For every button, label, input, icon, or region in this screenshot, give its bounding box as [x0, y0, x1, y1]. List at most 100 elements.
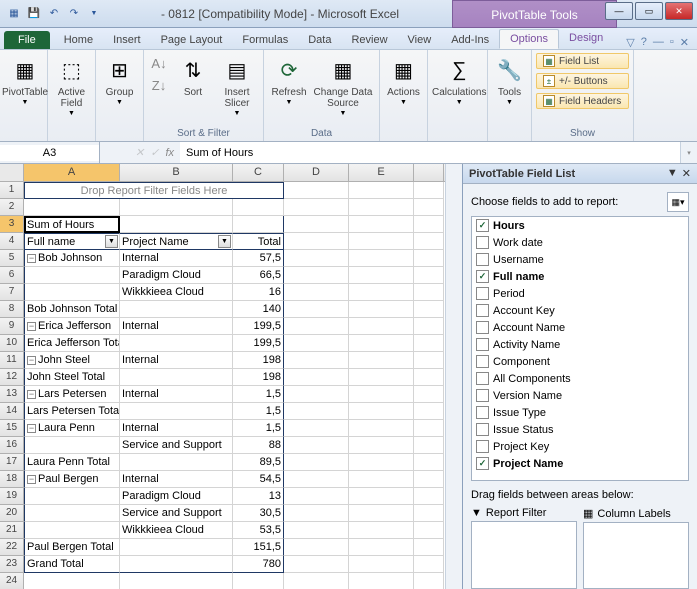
checkbox-icon[interactable]: [476, 321, 489, 334]
cell[interactable]: −Paul Bergen: [24, 471, 120, 488]
cell[interactable]: Paradigm Cloud: [120, 488, 233, 505]
collapse-icon[interactable]: −: [27, 356, 36, 365]
tab-data[interactable]: Data: [298, 31, 341, 49]
row-header[interactable]: 5: [0, 250, 24, 267]
close-button[interactable]: ✕: [665, 2, 693, 20]
cell[interactable]: [414, 471, 444, 488]
sort-button[interactable]: ⇅Sort: [172, 52, 214, 100]
cell[interactable]: [24, 284, 120, 301]
cell[interactable]: [349, 233, 414, 250]
cell[interactable]: Service and Support: [120, 437, 233, 454]
cell[interactable]: [414, 369, 444, 386]
cell[interactable]: 1,5: [233, 403, 284, 420]
cell[interactable]: [233, 199, 284, 216]
cell[interactable]: [349, 301, 414, 318]
cell[interactable]: [414, 522, 444, 539]
cell[interactable]: Paul Bergen Total: [24, 539, 120, 556]
zone-report-filter[interactable]: [471, 521, 577, 589]
row-header[interactable]: 13: [0, 386, 24, 403]
cell[interactable]: [284, 386, 349, 403]
cell[interactable]: 1,5: [233, 386, 284, 403]
cell[interactable]: −Bob Johnson: [24, 250, 120, 267]
window-restore-icon[interactable]: ▫: [670, 36, 674, 49]
cell[interactable]: 30,5: [233, 505, 284, 522]
fx-icon[interactable]: fx: [165, 147, 174, 159]
checkbox-icon[interactable]: [476, 287, 489, 300]
row-header[interactable]: 18: [0, 471, 24, 488]
tab-insert[interactable]: Insert: [103, 31, 151, 49]
col-header-E[interactable]: E: [349, 164, 414, 181]
cell[interactable]: [349, 573, 414, 589]
field-list-dropdown-icon[interactable]: ▼: [667, 167, 678, 180]
cell[interactable]: [349, 216, 414, 233]
cell[interactable]: 53,5: [233, 522, 284, 539]
cell[interactable]: [349, 420, 414, 437]
cell[interactable]: [349, 471, 414, 488]
cell[interactable]: [349, 454, 414, 471]
cell[interactable]: [284, 454, 349, 471]
row-header[interactable]: 8: [0, 301, 24, 318]
tools-button[interactable]: 🔧Tools▼: [492, 52, 527, 108]
cell[interactable]: [414, 403, 444, 420]
row-header[interactable]: 6: [0, 267, 24, 284]
row-header[interactable]: 1: [0, 182, 24, 199]
cell[interactable]: Project Name▼: [120, 233, 233, 250]
cell[interactable]: Sum of Hours: [24, 216, 120, 233]
cell[interactable]: 54,5: [233, 471, 284, 488]
tab-formulas[interactable]: Formulas: [232, 31, 298, 49]
tab-design[interactable]: Design: [559, 29, 613, 49]
collapse-icon[interactable]: −: [27, 254, 36, 263]
col-header-D[interactable]: D: [284, 164, 349, 181]
pm-buttons-toggle[interactable]: ±+/- Buttons: [536, 73, 629, 89]
sort-za-icon[interactable]: Z↓: [148, 74, 170, 96]
field-issue-status[interactable]: Issue Status: [472, 421, 688, 438]
row-header[interactable]: 19: [0, 488, 24, 505]
cell[interactable]: 1,5: [233, 420, 284, 437]
cell[interactable]: 199,5: [233, 318, 284, 335]
row-header[interactable]: 17: [0, 454, 24, 471]
cell[interactable]: [120, 573, 233, 589]
cell[interactable]: [349, 386, 414, 403]
cell[interactable]: −Lars Petersen: [24, 386, 120, 403]
checkbox-icon[interactable]: [476, 253, 489, 266]
cell[interactable]: [24, 522, 120, 539]
cell[interactable]: [414, 318, 444, 335]
name-box-input[interactable]: [0, 145, 99, 161]
cell[interactable]: 88: [233, 437, 284, 454]
cell[interactable]: −Erica Jefferson: [24, 318, 120, 335]
cell[interactable]: [284, 437, 349, 454]
checkbox-icon[interactable]: ✓: [476, 270, 489, 283]
help-icon[interactable]: ?: [641, 36, 647, 49]
cell[interactable]: [24, 573, 120, 589]
cell[interactable]: [120, 556, 233, 573]
cell[interactable]: [284, 522, 349, 539]
cell[interactable]: [414, 216, 444, 233]
cell[interactable]: 198: [233, 369, 284, 386]
cell[interactable]: [120, 301, 233, 318]
cell[interactable]: [284, 505, 349, 522]
field-headers-toggle[interactable]: ▦Field Headers: [536, 93, 629, 109]
cell[interactable]: [349, 369, 414, 386]
field-component[interactable]: Component: [472, 353, 688, 370]
minimize-button[interactable]: —: [605, 2, 633, 20]
field-list-close-icon[interactable]: ✕: [682, 167, 691, 180]
row-header[interactable]: 14: [0, 403, 24, 420]
enter-formula-icon[interactable]: ✓: [150, 146, 159, 159]
cell[interactable]: [414, 454, 444, 471]
cell[interactable]: [120, 369, 233, 386]
col-header-C[interactable]: C: [233, 164, 284, 181]
cell[interactable]: [24, 267, 120, 284]
name-box[interactable]: [0, 142, 100, 163]
cell[interactable]: 140: [233, 301, 284, 318]
row-header[interactable]: 15: [0, 420, 24, 437]
cell[interactable]: 57,5: [233, 250, 284, 267]
cell[interactable]: [349, 488, 414, 505]
cell[interactable]: [349, 250, 414, 267]
cell[interactable]: [24, 437, 120, 454]
cell[interactable]: [349, 284, 414, 301]
cell[interactable]: Lars Petersen Total: [24, 403, 120, 420]
checkbox-icon[interactable]: [476, 355, 489, 368]
row-header[interactable]: 3: [0, 216, 24, 233]
filter-dropdown-icon[interactable]: ▼: [105, 235, 118, 248]
cell[interactable]: [233, 573, 284, 589]
